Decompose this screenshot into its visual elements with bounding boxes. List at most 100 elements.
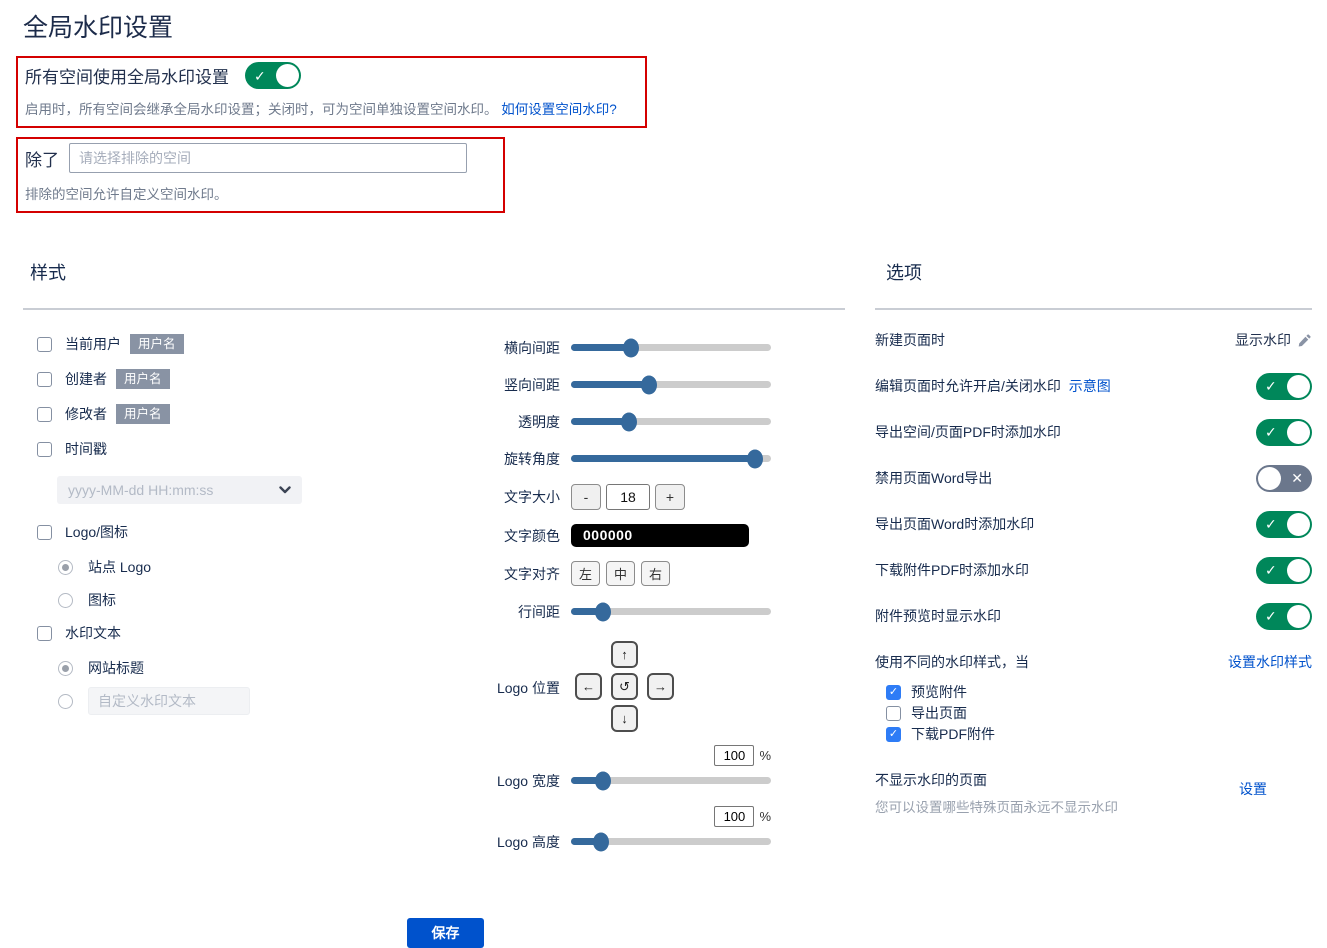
v-spacing-row: 竖向间距: [470, 373, 800, 396]
move-right-button[interactable]: →: [647, 673, 674, 700]
check-icon: ✓: [1265, 517, 1277, 531]
opacity-label: 透明度: [470, 412, 560, 432]
export-pdf-toggle[interactable]: ✓✕: [1256, 419, 1312, 446]
logo-position-row: Logo 位置 ↑ ← ↺ → ↓: [470, 637, 800, 738]
rotation-slider[interactable]: [571, 455, 771, 462]
export-page-checkbox[interactable]: [886, 706, 901, 721]
exclude-spaces-input[interactable]: [69, 143, 467, 173]
opacity-slider[interactable]: [571, 418, 771, 425]
move-down-button[interactable]: ↓: [611, 705, 638, 732]
font-color-row: 文字颜色 000000: [470, 524, 800, 547]
exclude-highlight-box: 除了 排除的空间允许自定义空间水印。: [16, 137, 505, 213]
preview-attachment-label: 预览附件: [911, 682, 967, 702]
slider-thumb[interactable]: [641, 375, 657, 394]
slider-thumb[interactable]: [623, 338, 639, 357]
custom-text-radio[interactable]: [58, 694, 73, 709]
edit-page-toggle[interactable]: ✓✕: [1256, 373, 1312, 400]
site-logo-radio[interactable]: [58, 560, 73, 575]
edit-pencil-icon[interactable]: [1297, 333, 1312, 348]
check-icon: ✓: [254, 69, 266, 83]
logo-width-label: Logo 宽度: [470, 771, 560, 791]
site-logo-label: 站点 Logo: [88, 557, 151, 577]
h-spacing-row: 横向间距: [470, 336, 800, 359]
current-user-row: 当前用户 用户名: [37, 336, 470, 352]
disable-word-export-toggle[interactable]: ✓✕: [1256, 465, 1312, 492]
current-user-checkbox[interactable]: [37, 337, 52, 352]
timestamp-checkbox[interactable]: [37, 442, 52, 457]
h-spacing-label: 横向间距: [470, 338, 560, 358]
site-title-radio[interactable]: [58, 661, 73, 676]
logo-height-slider[interactable]: [571, 838, 771, 845]
global-setting-highlight-box: 所有空间使用全局水印设置 ✓ ✕ 启用时，所有空间会继承全局水印设置；关闭时，可…: [16, 56, 647, 128]
username-badge: 用户名: [116, 404, 170, 424]
icon-option-row: 图标: [58, 592, 470, 608]
no-watermark-settings-link[interactable]: 设置: [1239, 779, 1267, 816]
font-size-input[interactable]: [606, 484, 650, 510]
style-section: 样式 当前用户 用户名 创建者 用户名 修改者 用户名: [23, 259, 845, 948]
exclude-description: 排除的空间允许自定义空间水印。: [25, 183, 493, 203]
font-size-row: 文字大小 - +: [470, 484, 800, 510]
watermark-text-checkbox[interactable]: [37, 626, 52, 641]
site-title-row: 网站标题: [58, 660, 470, 676]
slider-thumb[interactable]: [593, 832, 609, 851]
toggle-knob: [1287, 559, 1310, 582]
v-spacing-slider[interactable]: [571, 381, 771, 388]
move-up-button[interactable]: ↑: [611, 641, 638, 668]
font-color-label: 文字颜色: [470, 526, 560, 546]
logo-icon-checkbox[interactable]: [37, 525, 52, 540]
logo-width-slider[interactable]: [571, 777, 771, 784]
different-style-row: 使用不同的水印样式，当 设置水印样式: [875, 648, 1312, 676]
different-style-conditions: 预览附件 导出页面 下载PDF附件: [886, 684, 1312, 742]
logo-width-percent-row: %: [470, 744, 800, 766]
rotate-icon-button[interactable]: ↺: [611, 673, 638, 700]
font-size-minus-button[interactable]: -: [571, 484, 601, 510]
how-to-set-space-watermark-link[interactable]: 如何设置空间水印?: [501, 102, 617, 117]
slider-thumb[interactable]: [595, 771, 611, 790]
global-setting-description: 启用时，所有空间会继承全局水印设置；关闭时，可为空间单独设置空间水印。: [25, 102, 498, 117]
global-setting-toggle[interactable]: ✓ ✕: [245, 62, 301, 89]
icon-option-radio[interactable]: [58, 593, 73, 608]
download-pdf-checkbox[interactable]: [886, 727, 901, 742]
line-spacing-slider[interactable]: [571, 608, 771, 615]
check-icon: ✓: [1265, 425, 1277, 439]
attachment-preview-row: 附件预览时显示水印 ✓✕: [875, 602, 1312, 630]
attachment-pdf-toggle[interactable]: ✓✕: [1256, 557, 1312, 584]
move-left-button[interactable]: ←: [575, 673, 602, 700]
username-badge: 用户名: [116, 369, 170, 389]
v-spacing-label: 竖向间距: [470, 375, 560, 395]
font-size-plus-button[interactable]: +: [655, 484, 685, 510]
username-badge: 用户名: [130, 334, 184, 354]
preview-attachment-checkbox[interactable]: [886, 685, 901, 700]
word-watermark-toggle[interactable]: ✓✕: [1256, 511, 1312, 538]
logo-height-unit: %: [759, 809, 771, 824]
watermark-text-label: 水印文本: [65, 623, 121, 643]
modifier-checkbox[interactable]: [37, 407, 52, 422]
align-left-button[interactable]: 左: [571, 561, 600, 586]
logo-height-input[interactable]: [714, 806, 754, 827]
exclude-label: 除了: [25, 146, 59, 171]
slider-thumb[interactable]: [747, 449, 763, 468]
h-spacing-slider[interactable]: [571, 344, 771, 351]
slider-thumb[interactable]: [595, 602, 611, 621]
font-color-swatch[interactable]: 000000: [571, 524, 749, 547]
opacity-row: 透明度: [470, 410, 800, 433]
save-button[interactable]: 保存: [407, 918, 484, 948]
toggle-knob: [1287, 605, 1310, 628]
creator-checkbox[interactable]: [37, 372, 52, 387]
align-right-button[interactable]: 右: [641, 561, 670, 586]
page-title: 全局水印设置: [23, 8, 1327, 44]
slider-thumb[interactable]: [621, 412, 637, 431]
custom-text-row: [58, 693, 470, 709]
set-watermark-style-link[interactable]: 设置水印样式: [1228, 652, 1312, 672]
schematic-link[interactable]: 示意图: [1069, 378, 1111, 394]
attachment-preview-toggle[interactable]: ✓✕: [1256, 603, 1312, 630]
toggle-knob: [1258, 467, 1281, 490]
logo-position-dpad: ↑ ← ↺ → ↓: [575, 641, 674, 732]
modifier-row: 修改者 用户名: [37, 406, 470, 422]
timestamp-format-select[interactable]: yyyy-MM-dd HH:mm:ss: [57, 476, 302, 504]
word-watermark-label: 导出页面Word时添加水印: [875, 514, 1034, 534]
custom-watermark-text-input[interactable]: [88, 687, 250, 715]
logo-height-label: Logo 高度: [470, 832, 560, 852]
align-center-button[interactable]: 中: [606, 561, 635, 586]
logo-width-input[interactable]: [714, 745, 754, 766]
